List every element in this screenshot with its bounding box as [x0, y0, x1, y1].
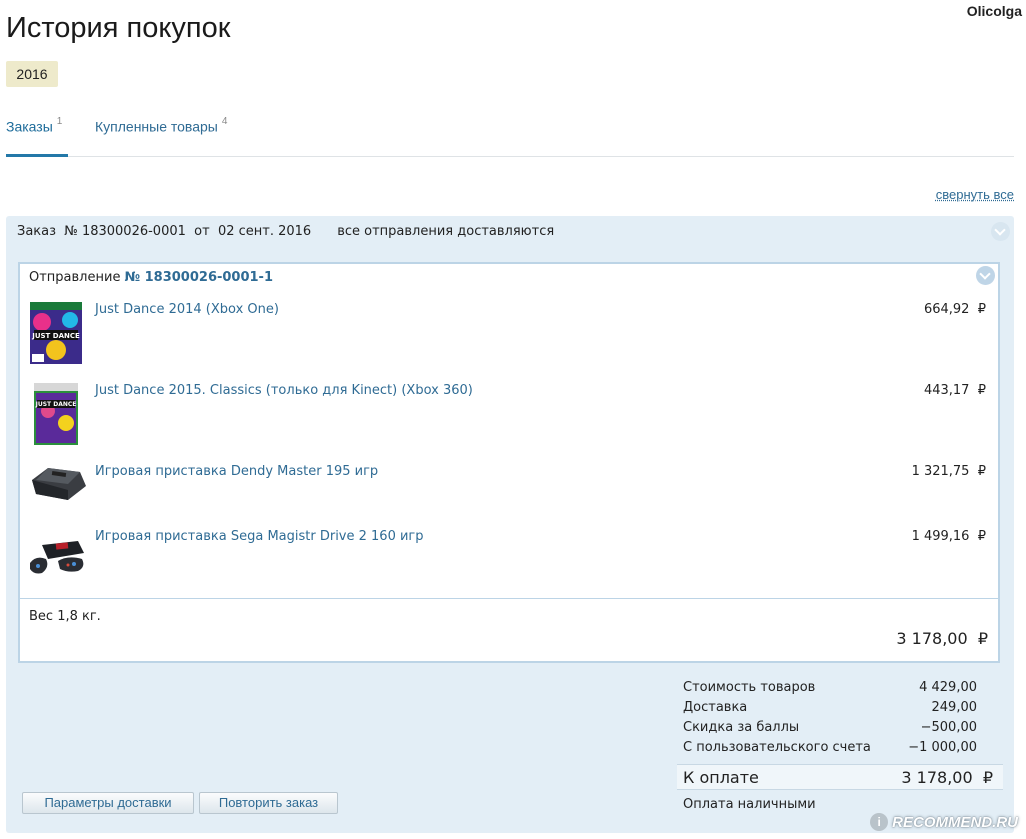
- to-pay-value: 3 178,00 ₽: [901, 768, 993, 787]
- summary-label: Скидка за баллы: [683, 720, 800, 735]
- item-price: 443,17 ₽: [923, 383, 986, 398]
- item-price: 664,92 ₽: [923, 302, 986, 317]
- order-summary: Стоимость товаров 4 429,00 Доставка 249,00…: [677, 678, 1003, 812]
- shipment-weight: Вес 1,8 кг.: [29, 609, 101, 624]
- item-link[interactable]: Игровая приставка Sega Magistr Drive 2 1…: [95, 529, 424, 544]
- tab-orders[interactable]: Заказы 1: [6, 116, 69, 157]
- watermark-text: RECOMMEND.RU: [892, 813, 1018, 831]
- tab-orders-count: 1: [56, 116, 63, 127]
- summary-label: Доставка: [683, 700, 748, 715]
- just-dance-2015-cover[interactable]: JUST DANCE: [28, 383, 84, 445]
- year-filter-2016[interactable]: 2016: [6, 61, 58, 87]
- to-pay-row: К оплате 3 178,00 ₽: [677, 764, 1003, 790]
- shipment-header: Отправление № 18300026-0001-1: [29, 270, 273, 285]
- svg-text:JUST DANCE: JUST DANCE: [31, 332, 80, 340]
- summary-row: Доставка 249,00: [677, 698, 1003, 718]
- summary-row: С пользовательского счета −1 000,00: [677, 738, 1003, 758]
- repeat-order-button[interactable]: Повторить заказ: [199, 792, 338, 814]
- sega-console-image[interactable]: [28, 533, 88, 583]
- svg-text:JUST DANCE: JUST DANCE: [35, 401, 77, 408]
- shipment-panel: Отправление № 18300026-0001-1 JUST DANCE …: [18, 262, 1000, 663]
- order-header: Заказ № 18300026-0001 от 02 сент. 2016 вс…: [17, 224, 554, 239]
- summary-label: С пользовательского счета: [683, 740, 871, 755]
- collapse-all-link[interactable]: свернуть все: [936, 187, 1014, 202]
- summary-value: −1 000,00: [908, 740, 977, 755]
- to-pay-label: К оплате: [683, 768, 759, 787]
- order-number: Заказ № 18300026-0001 от 02 сент. 2016: [17, 224, 312, 239]
- shipment-label: Отправление: [29, 270, 121, 285]
- tab-goods-count: 4: [221, 116, 228, 127]
- item-link[interactable]: Just Dance 2015. Classics (только для Ki…: [95, 383, 473, 398]
- item-price: 1 499,16 ₽: [911, 529, 986, 544]
- watermark: i RECOMMEND.RU: [870, 813, 1018, 831]
- payment-method: Оплата наличными: [683, 797, 816, 812]
- chevron-down-icon[interactable]: [976, 266, 995, 285]
- summary-value: −500,00: [920, 720, 977, 735]
- summary-label: Стоимость товаров: [683, 680, 816, 695]
- shipment-total: 3 178,00 ₽: [896, 629, 988, 648]
- shipment-footer: Вес 1,8 кг. 3 178,00 ₽: [20, 598, 998, 661]
- list-item: JUST DANCE Just Dance 2015. Classics (то…: [20, 383, 998, 453]
- item-price: 1 321,75 ₽: [911, 464, 986, 479]
- order-status: все отправления доставляются: [337, 224, 555, 239]
- username[interactable]: Olicolga: [967, 3, 1022, 19]
- list-item: JUST DANCE Just Dance 2014 (Xbox One) 66…: [20, 302, 998, 372]
- tabs: Заказы 1 Купленные товары 4: [6, 104, 1014, 157]
- item-link[interactable]: Just Dance 2014 (Xbox One): [95, 302, 279, 317]
- list-item: Игровая приставка Sega Magistr Drive 2 1…: [20, 529, 998, 589]
- dendy-console-image[interactable]: [28, 458, 88, 510]
- recommend-logo-icon: i: [870, 813, 889, 831]
- tab-purchased-goods[interactable]: Купленные товары 4: [95, 116, 228, 157]
- order-panel: Заказ № 18300026-0001 от 02 сент. 2016 вс…: [6, 216, 1014, 833]
- summary-value: 249,00: [931, 700, 978, 715]
- summary-value: 4 429,00: [919, 680, 977, 695]
- page-title: История покупок: [6, 12, 231, 44]
- tab-orders-label: Заказы: [6, 118, 53, 135]
- summary-row: Стоимость товаров 4 429,00: [677, 678, 1003, 698]
- tab-goods-label: Купленные товары: [95, 118, 218, 135]
- item-link[interactable]: Игровая приставка Dendy Master 195 игр: [95, 464, 378, 479]
- shipment-number-link[interactable]: № 18300026-0001-1: [124, 270, 273, 285]
- chevron-down-icon[interactable]: [991, 222, 1010, 241]
- summary-row: Скидка за баллы −500,00: [677, 718, 1003, 738]
- delivery-params-button[interactable]: Параметры доставки: [22, 792, 194, 814]
- just-dance-2014-cover[interactable]: JUST DANCE: [28, 302, 84, 364]
- list-item: Игровая приставка Dendy Master 195 игр 1…: [20, 464, 998, 520]
